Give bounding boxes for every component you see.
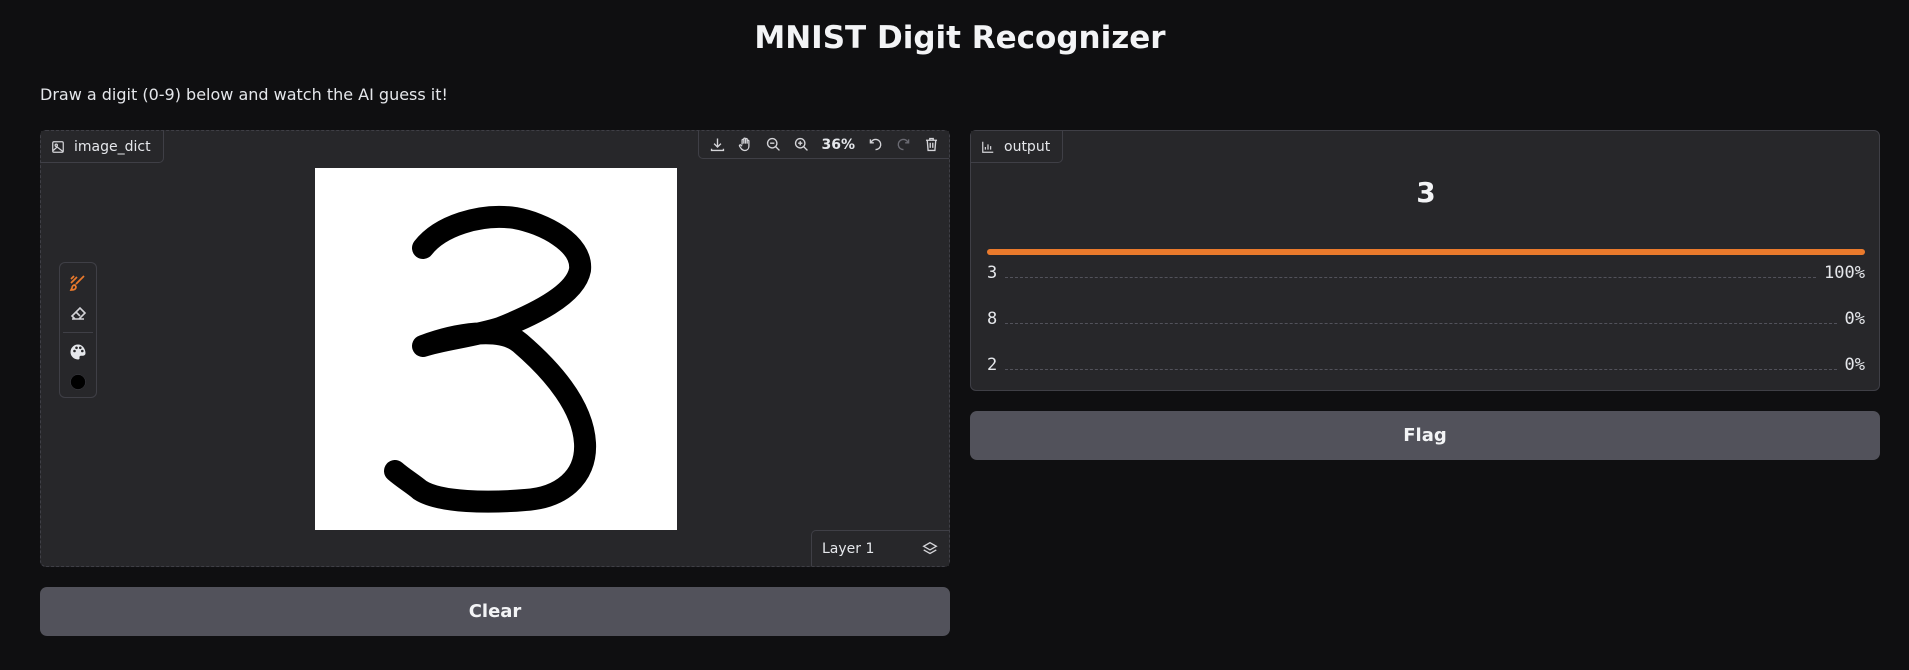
layer-selector[interactable]: Layer 1 (811, 530, 949, 566)
input-label-text: image_dict (74, 138, 151, 155)
brush-icon[interactable] (63, 268, 93, 298)
redo-icon[interactable] (891, 133, 915, 157)
drawing-tools (59, 262, 97, 398)
page-title: MNIST Digit Recognizer (754, 20, 1166, 56)
drawing-canvas[interactable] (315, 168, 677, 530)
confidence-value: 0% (1844, 355, 1865, 375)
top-prediction: 3 (1416, 176, 1436, 209)
confidence-class: 3 (987, 263, 998, 283)
dotted-leader (1005, 323, 1837, 324)
confidence-class: 8 (987, 309, 998, 329)
output-label: output (971, 131, 1064, 163)
confidence-bar-fill (987, 249, 1865, 255)
brush-size-icon[interactable] (63, 367, 93, 397)
confidence-row: 2 0% (987, 351, 1865, 375)
tools-divider (63, 332, 93, 333)
confidence-row: 8 0% (987, 305, 1865, 329)
trash-icon[interactable] (919, 133, 943, 157)
flag-button[interactable]: Flag (970, 411, 1880, 460)
confidence-row: 3 100% (987, 259, 1865, 283)
layer-label: Layer 1 (822, 540, 875, 557)
input-label: image_dict (41, 131, 164, 163)
canvas-toolbar: 36% (698, 131, 949, 159)
output-panel: output 3 3 100% 8 0% 2 0% (970, 130, 1880, 391)
pan-icon[interactable] (733, 133, 757, 157)
undo-icon[interactable] (863, 133, 887, 157)
zoom-in-icon[interactable] (789, 133, 813, 157)
output-label-text: output (1004, 138, 1051, 155)
zoom-out-icon[interactable] (761, 133, 785, 157)
eraser-icon[interactable] (63, 298, 93, 328)
confidence-bar (987, 249, 1865, 255)
drawn-digit (384, 206, 597, 513)
palette-icon[interactable] (63, 337, 93, 367)
layers-icon (922, 541, 938, 554)
confidence-class: 2 (987, 355, 998, 375)
confidence-value: 100% (1824, 263, 1865, 283)
dotted-leader (1005, 369, 1837, 370)
image-icon (52, 140, 64, 153)
clear-button[interactable]: Clear (40, 587, 950, 636)
page-description: Draw a digit (0-9) below and watch the A… (40, 85, 448, 104)
download-icon[interactable] (705, 133, 729, 157)
dotted-leader (1005, 277, 1817, 278)
sketchpad-panel: image_dict 36% Layer 1 (40, 130, 950, 567)
zoom-level: 36% (821, 136, 855, 153)
chart-icon (982, 141, 994, 153)
confidence-value: 0% (1844, 309, 1865, 329)
